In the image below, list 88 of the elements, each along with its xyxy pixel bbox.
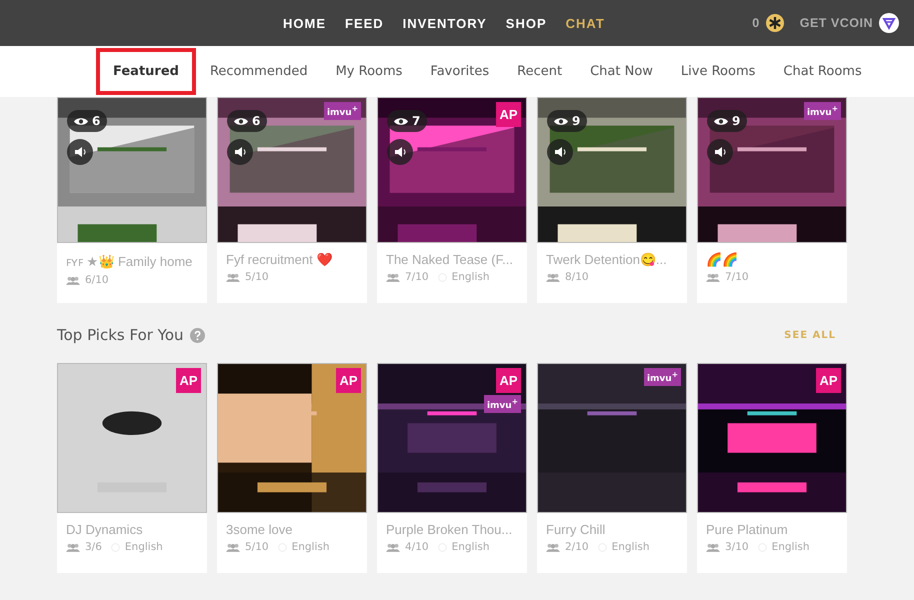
ap-badge: AP	[336, 368, 361, 393]
section-title: Top Picks For You	[57, 326, 184, 344]
occupancy: 7/10	[405, 271, 429, 283]
room-name: Purple Broken Thou...	[386, 522, 514, 537]
tab[interactable]: Chat Rooms	[769, 48, 876, 95]
room-card[interactable]: AP DJ Dynamics 3/6 English	[57, 363, 207, 573]
room-name: ꜰʏꜰ ★👑 Family home	[66, 253, 194, 270]
people-icon	[706, 542, 720, 552]
occupancy: 4/10	[405, 541, 429, 553]
nav-link[interactable]: HOME	[283, 16, 326, 30]
occupancy: 5/10	[245, 271, 269, 283]
people-icon	[706, 272, 720, 282]
get-vcoin-link[interactable]: GET VCOIN	[800, 16, 873, 30]
tab[interactable]: Favorites	[416, 48, 504, 95]
people-icon	[386, 542, 400, 552]
tab[interactable]: Recent	[503, 48, 576, 95]
people-icon	[66, 542, 80, 552]
room-name: The Naked Tease (F...	[386, 252, 514, 267]
speaker-icon[interactable]	[227, 139, 253, 165]
nav-link[interactable]: INVENTORY	[402, 16, 487, 30]
eye-icon	[714, 116, 728, 126]
people-icon	[226, 272, 240, 282]
speaker-icon[interactable]	[67, 139, 93, 165]
tab[interactable]: Featured	[96, 48, 196, 95]
occupancy: 6/10	[85, 274, 109, 286]
eye-icon	[554, 116, 568, 126]
imvu-plus-badge: imvu$^{+}$	[804, 102, 841, 120]
viewer-count: 9	[572, 114, 580, 128]
occupancy: 7/10	[725, 271, 749, 283]
room-name: Fyf recruitment ❤	[226, 252, 334, 267]
eye-icon	[394, 116, 408, 126]
tab[interactable]: Chat Now	[576, 48, 667, 95]
tab[interactable]: Live Rooms	[666, 48, 770, 95]
ap-badge: AP	[496, 368, 521, 393]
speaker-icon[interactable]	[707, 139, 733, 165]
language: English	[452, 541, 490, 553]
tab[interactable]: My Rooms	[322, 48, 416, 95]
room-name: DJ Dynamics	[66, 522, 144, 537]
ap-badge: AP	[496, 102, 521, 127]
eye-icon	[74, 116, 88, 126]
v-logo-icon	[879, 13, 899, 33]
speaker-icon[interactable]	[387, 139, 413, 165]
viewer-count: 6	[92, 114, 100, 128]
viewer-count: 9	[732, 114, 740, 128]
viewer-count: 6	[252, 114, 260, 128]
room-card[interactable]: 9 Twerk Detention😋... 8/10	[537, 97, 687, 303]
occupancy: 3/6	[85, 541, 102, 553]
language: English	[124, 541, 163, 553]
room-name: 3some love	[226, 522, 294, 537]
room-card[interactable]: AP Pure Platinum 3/10 English	[697, 363, 847, 573]
imvu-plus-badge: imvu$^{+}$	[644, 368, 681, 386]
room-name: 🌈🌈	[706, 252, 739, 267]
occupancy: 3/10	[725, 541, 749, 553]
nav-link[interactable]: SHOP	[506, 16, 547, 30]
nav-link[interactable]: CHAT	[566, 16, 605, 30]
language: English	[772, 541, 810, 553]
imvu-plus-badge: imvu$^{+}$	[324, 102, 361, 120]
room-card[interactable]: 9 imvu$^{+}$ 🌈🌈 7/10	[697, 97, 847, 303]
language: English	[612, 541, 650, 553]
room-card[interactable]: AP 3some love 5/10 English	[217, 363, 367, 573]
occupancy: 5/10	[245, 541, 269, 553]
room-card[interactable]: AP imvu$^{+}$ Purple Broken Thou... 4/10 English	[377, 363, 527, 573]
ap-badge: AP	[176, 368, 201, 393]
tab[interactable]: Recommended	[196, 48, 322, 95]
imvu-plus-badge: imvu$^{+}$	[484, 395, 521, 413]
people-icon	[226, 542, 240, 552]
people-icon	[386, 272, 400, 282]
room-card[interactable]: imvu$^{+}$ Furry Chill 2/10 English	[537, 363, 687, 573]
people-icon	[66, 276, 80, 284]
ap-badge: AP	[816, 368, 841, 393]
language: English	[292, 541, 330, 553]
room-card[interactable]: 6 ꜰʏꜰ ★👑 Family home 6/10	[57, 97, 207, 303]
people-icon	[546, 272, 560, 282]
people-icon	[546, 542, 560, 552]
nav-link[interactable]: FEED	[345, 16, 384, 30]
occupancy: 8/10	[565, 271, 589, 283]
occupancy: 2/10	[565, 541, 589, 553]
language: English	[452, 271, 490, 283]
viewer-count: 7	[412, 114, 420, 128]
room-name: Furry Chill	[546, 522, 606, 537]
speaker-icon[interactable]	[547, 139, 573, 165]
coin-icon	[766, 14, 784, 32]
room-name: Pure Platinum	[706, 522, 789, 537]
room-card[interactable]: 6 imvu$^{+}$ Fyf recruitment ❤ 5/10	[217, 97, 367, 303]
balance: 0	[752, 16, 760, 30]
room-name: Twerk Detention😋...	[546, 252, 668, 267]
eye-icon	[234, 116, 248, 126]
room-card[interactable]: 7 AP The Naked Tease (F... 7/10 English	[377, 97, 527, 303]
